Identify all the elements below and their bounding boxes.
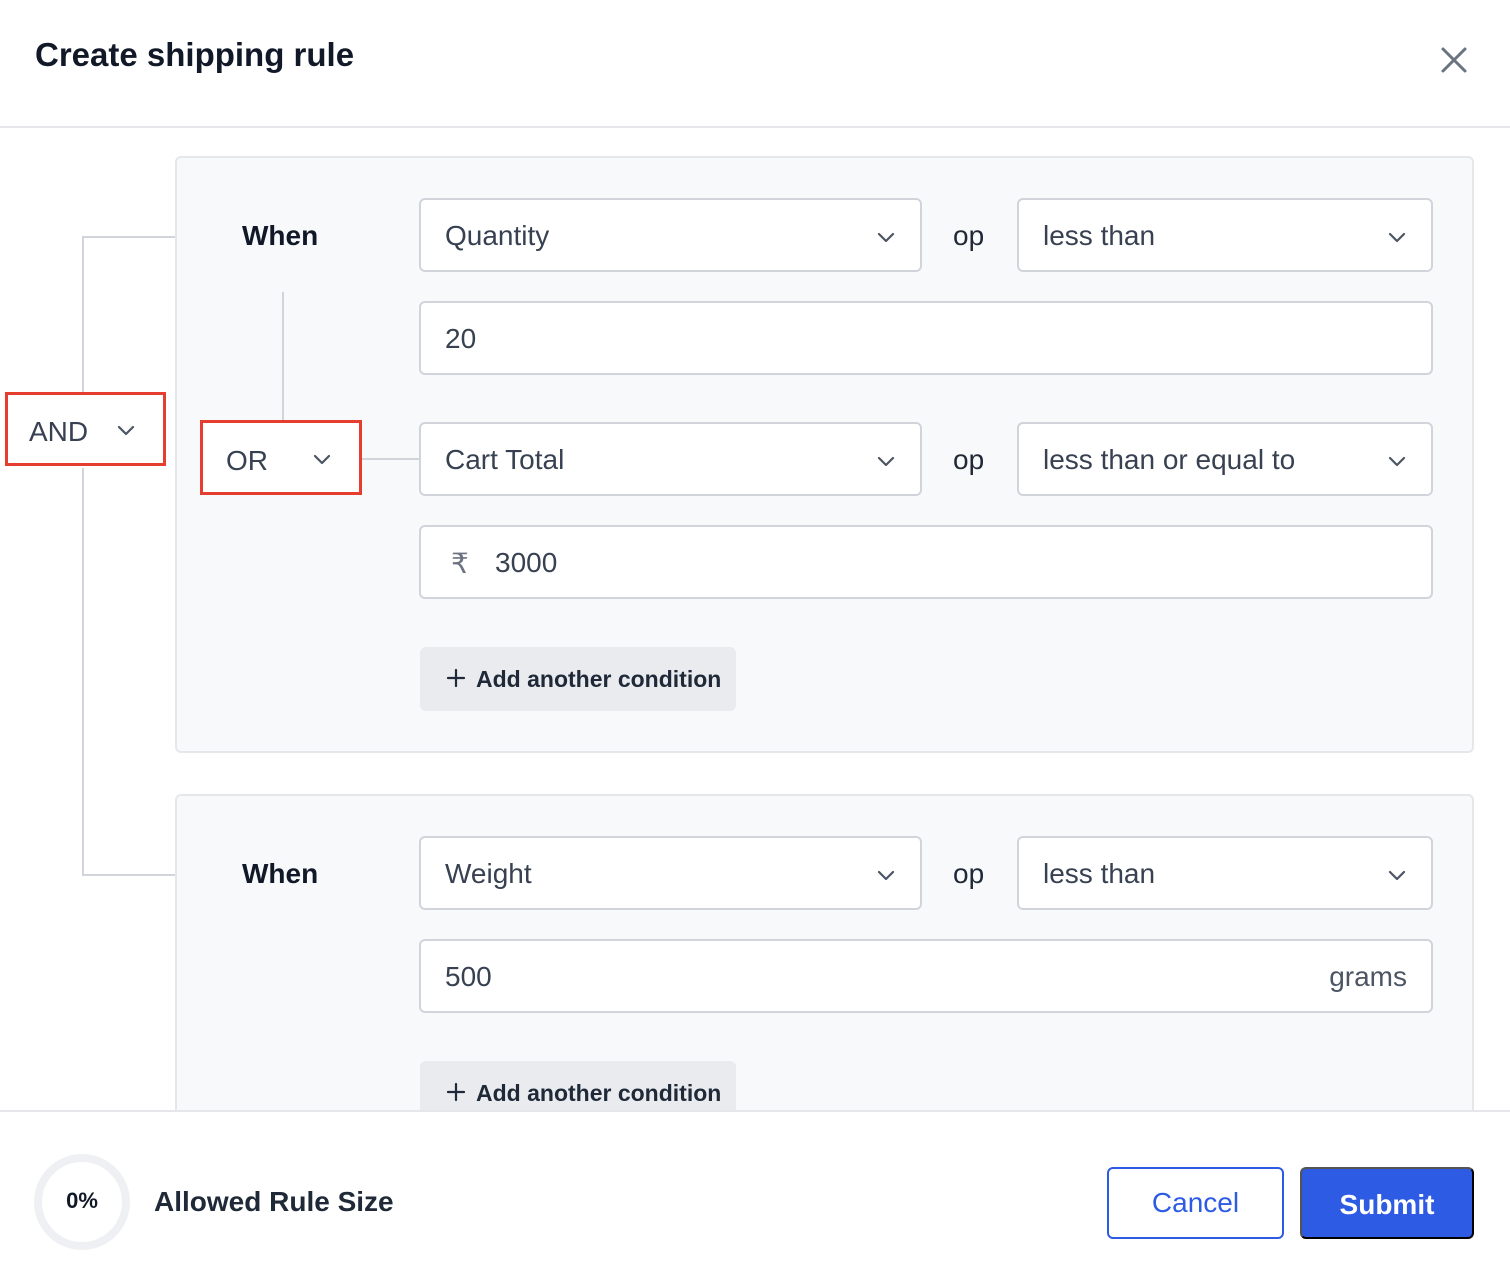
cancel-button[interactable]: Cancel	[1107, 1167, 1284, 1239]
operator-select-value: less than	[1043, 220, 1156, 251]
value-input-cart-total[interactable]: ₹ 3000	[419, 525, 1433, 599]
when-label: When	[242, 858, 319, 889]
plus-icon	[446, 668, 466, 688]
value-input-text: 3000	[495, 547, 558, 578]
modal-footer: 0% Allowed Rule Size Cancel Submit	[0, 1110, 1510, 1278]
value-input-weight[interactable]: 500 grams	[419, 939, 1433, 1013]
modal-title: Create shipping rule	[35, 36, 355, 73]
add-condition-label: Add another condition	[476, 666, 722, 692]
field-select-value: Quantity	[445, 220, 550, 251]
root-connector-top	[82, 236, 84, 392]
op-label: op	[953, 444, 985, 475]
root-connector-bottom	[82, 468, 84, 876]
close-button[interactable]	[1432, 38, 1476, 82]
value-input-text: 500	[445, 961, 492, 992]
or-connector-vertical	[282, 292, 284, 422]
rule-builder: When Quantity op less than 20 Cart Total…	[0, 128, 1510, 1112]
chevron-down-icon	[1388, 232, 1406, 243]
or-connector-horizontal	[360, 458, 420, 460]
chevron-down-icon	[877, 232, 895, 243]
when-label: When	[242, 220, 319, 251]
rule-size-progress-ring: 0%	[34, 1154, 130, 1250]
logic-select-value: OR	[226, 445, 268, 476]
operator-select-value: less than	[1043, 858, 1156, 889]
plus-icon	[446, 1082, 466, 1102]
chevron-down-icon	[877, 870, 895, 881]
close-icon	[1441, 47, 1467, 73]
operator-select[interactable]: less than or equal to	[1017, 422, 1433, 496]
submit-button[interactable]: Submit	[1300, 1167, 1474, 1239]
add-condition-button[interactable]: Add another condition	[420, 647, 736, 711]
currency-prefix: ₹	[451, 548, 469, 579]
unit-suffix: grams	[1329, 961, 1407, 992]
root-connector-bottom-branch	[82, 874, 176, 876]
chevron-down-icon	[877, 456, 895, 467]
logic-select-value: AND	[29, 416, 89, 447]
add-condition-label: Add another condition	[476, 1080, 722, 1106]
chevron-down-icon	[1388, 456, 1406, 467]
modal-header: Create shipping rule	[0, 0, 1510, 128]
operator-select[interactable]: less than	[1017, 198, 1433, 272]
chevron-down-icon	[1388, 870, 1406, 881]
root-connector-top-branch	[82, 236, 176, 238]
rule-size-label: Allowed Rule Size	[154, 1186, 394, 1217]
chevron-down-icon	[117, 425, 135, 436]
operator-select-value: less than or equal to	[1043, 444, 1296, 475]
field-select-value: Weight	[445, 858, 532, 889]
group-logic-select[interactable]: OR	[200, 420, 362, 495]
op-label: op	[953, 858, 985, 889]
field-select-weight[interactable]: Weight	[419, 836, 922, 910]
field-select-value: Cart Total	[445, 444, 565, 475]
add-condition-button[interactable]: Add another condition	[420, 1061, 736, 1112]
value-input-quantity[interactable]: 20	[419, 301, 1433, 375]
root-logic-select[interactable]: AND	[5, 392, 166, 466]
rule-size-percent: 0%	[66, 1188, 98, 1213]
operator-select[interactable]: less than	[1017, 836, 1433, 910]
op-label: op	[953, 220, 985, 251]
value-input-text: 20	[445, 323, 477, 354]
field-select-quantity[interactable]: Quantity	[419, 198, 922, 272]
chevron-down-icon	[313, 454, 331, 465]
field-select-cart-total[interactable]: Cart Total	[419, 422, 922, 496]
